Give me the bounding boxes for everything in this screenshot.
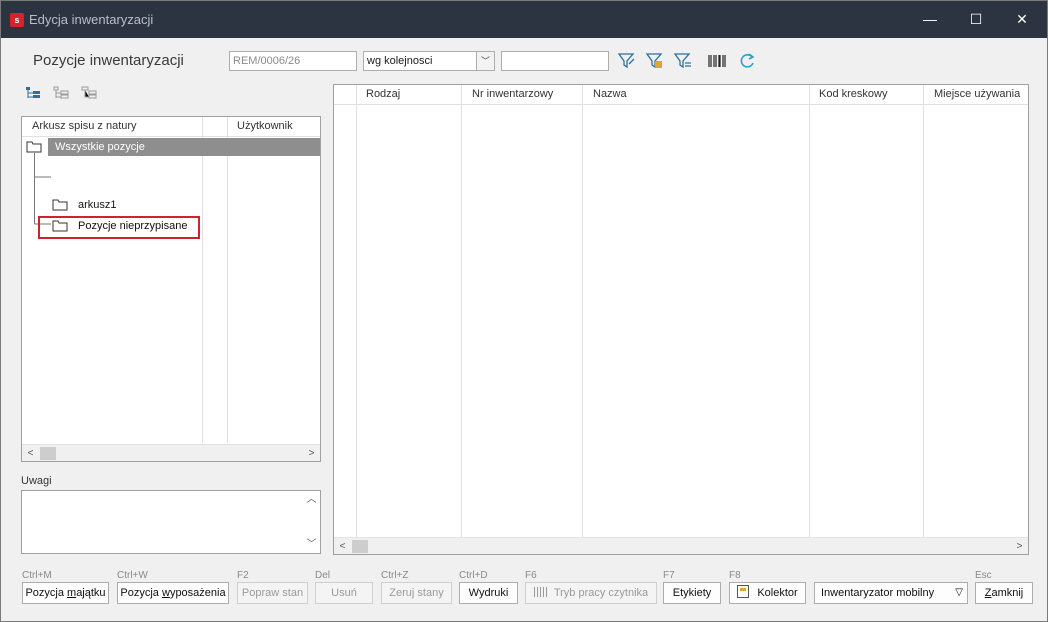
document-number-field: REM/0006/26 bbox=[229, 51, 357, 71]
shortcut-hint: F6 bbox=[525, 570, 537, 581]
column-divider bbox=[227, 117, 228, 443]
shortcut-hint: Del bbox=[315, 570, 331, 581]
button-accelerator: w bbox=[161, 587, 170, 599]
scroll-left-icon[interactable]: < bbox=[334, 538, 351, 555]
tree-horizontal-scrollbar[interactable]: < > bbox=[22, 444, 320, 461]
shortcut-hint: F2 bbox=[237, 570, 249, 581]
column-header-user[interactable]: Użytkownik bbox=[237, 120, 293, 132]
scroll-right-icon[interactable]: > bbox=[303, 445, 320, 462]
add-equipment-button[interactable]: Pozycja wyposażenia bbox=[117, 582, 229, 604]
column-header-sheet[interactable]: Arkusz spisu z natury bbox=[32, 120, 137, 132]
add-asset-button[interactable]: Pozycja majątku bbox=[22, 582, 109, 604]
filter-icon[interactable] bbox=[617, 52, 637, 70]
button-accelerator: m bbox=[67, 587, 77, 599]
search-input[interactable] bbox=[501, 51, 609, 71]
inventory-edit-window: s Edycja inwentaryzacji — ☐ ✕ Pozycje in… bbox=[0, 0, 1048, 622]
folder-icon bbox=[26, 141, 42, 153]
barcode-icon bbox=[533, 587, 548, 597]
chevron-down-icon: ▽ bbox=[955, 587, 963, 598]
notes-label: Uwagi bbox=[21, 475, 52, 487]
highlight-box bbox=[38, 216, 200, 239]
scroll-down-icon[interactable]: ﹀ bbox=[303, 536, 320, 553]
sort-order-value: wg kolejnosci bbox=[367, 55, 433, 67]
window-title: Edycja inwentaryzacji bbox=[29, 12, 154, 27]
filter-list-icon[interactable] bbox=[673, 52, 693, 70]
button-label-part: Pozycja bbox=[120, 587, 162, 599]
column-header-location[interactable]: Miejsce używania bbox=[934, 88, 1020, 100]
filter-lock-icon[interactable] bbox=[645, 52, 665, 70]
scroll-thumb[interactable] bbox=[40, 447, 56, 460]
column-header-type[interactable]: Rodzaj bbox=[366, 88, 400, 100]
collector-button[interactable]: Kolektor bbox=[729, 582, 806, 604]
scroll-left-icon[interactable]: < bbox=[22, 445, 39, 462]
close-button[interactable]: Zamknij bbox=[975, 582, 1033, 604]
shortcut-hint: Ctrl+W bbox=[117, 570, 148, 581]
delete-button[interactable]: Usuń bbox=[315, 582, 373, 604]
maximize-button[interactable]: ☐ bbox=[953, 1, 999, 38]
column-divider bbox=[582, 85, 583, 537]
refresh-icon[interactable] bbox=[737, 52, 757, 70]
scroll-right-icon[interactable]: > bbox=[1011, 538, 1028, 555]
notes-textarea[interactable]: ︿ ﹀ bbox=[21, 490, 321, 554]
reset-states-button[interactable]: Zeruj stany bbox=[381, 582, 452, 604]
expand-tree-icon[interactable] bbox=[25, 86, 41, 100]
page-title: Pozycje inwentaryzacji bbox=[33, 52, 184, 69]
mobile-inventory-select[interactable]: Inwentaryzator mobilny ▽ bbox=[814, 582, 968, 604]
tree-header: Arkusz spisu z natury Użytkownik bbox=[22, 117, 320, 137]
column-divider bbox=[202, 117, 203, 443]
tree-item-label: Wszystkie pozycje bbox=[55, 141, 145, 153]
tree-level-icon[interactable] bbox=[81, 86, 97, 100]
mobile-inventory-value: Inwentaryzator mobilny bbox=[821, 587, 935, 599]
fix-state-button[interactable]: Popraw stan bbox=[237, 582, 308, 604]
column-divider bbox=[461, 85, 462, 537]
button-label: Kolektor bbox=[757, 587, 798, 599]
column-divider bbox=[923, 85, 924, 537]
column-header-inventory-number[interactable]: Nr inwentarzowy bbox=[472, 88, 553, 100]
shortcut-hint: F8 bbox=[729, 570, 741, 581]
items-grid[interactable]: Rodzaj Nr inwentarzowy Nazwa Kod kreskow… bbox=[333, 84, 1029, 555]
button-label: Tryb pracy czytnika bbox=[553, 587, 649, 599]
folder-icon bbox=[52, 199, 68, 211]
grid-horizontal-scrollbar[interactable]: < > bbox=[334, 537, 1028, 554]
sort-order-select[interactable]: wg kolejnosci ﹀ bbox=[363, 51, 495, 71]
shortcut-hint: Ctrl+Z bbox=[381, 570, 409, 581]
column-divider bbox=[809, 85, 810, 537]
collector-icon bbox=[737, 585, 750, 598]
column-header-name[interactable]: Nazwa bbox=[593, 88, 627, 100]
labels-button[interactable]: Etykiety bbox=[663, 582, 721, 604]
shortcut-hint: Ctrl+D bbox=[459, 570, 488, 581]
inventory-sheet-tree[interactable]: Arkusz spisu z natury Użytkownik Wszystk… bbox=[21, 116, 321, 462]
button-label-part: Pozycja bbox=[25, 587, 68, 599]
column-divider bbox=[356, 85, 357, 537]
scroll-thumb[interactable] bbox=[352, 540, 368, 553]
tree-item-sheet1[interactable]: arkusz1 bbox=[78, 199, 117, 211]
shortcut-hint: Ctrl+M bbox=[22, 570, 52, 581]
button-label-part: ajątku bbox=[76, 587, 106, 599]
shortcut-hint: Esc bbox=[975, 570, 992, 581]
printouts-button[interactable]: Wydruki bbox=[459, 582, 518, 604]
shortcut-hint: F7 bbox=[663, 570, 675, 581]
app-icon: s bbox=[10, 13, 24, 27]
scroll-up-icon[interactable]: ︿ bbox=[303, 491, 320, 508]
button-label-part: yposażenia bbox=[169, 587, 226, 599]
reader-mode-button[interactable]: Tryb pracy czytnika bbox=[525, 582, 657, 604]
button-label-part: amknij bbox=[991, 587, 1024, 599]
chevron-down-icon[interactable]: ﹀ bbox=[476, 52, 494, 70]
close-window-button[interactable]: ✕ bbox=[999, 1, 1045, 38]
column-header-barcode[interactable]: Kod kreskowy bbox=[819, 88, 887, 100]
client-area: Pozycje inwentaryzacji REM/0006/26 wg ko… bbox=[7, 38, 1041, 615]
minimize-button[interactable]: — bbox=[907, 1, 953, 38]
collapse-tree-icon[interactable] bbox=[53, 86, 69, 100]
title-bar: s Edycja inwentaryzacji — ☐ ✕ bbox=[1, 1, 1047, 38]
barcode-icon[interactable] bbox=[707, 52, 727, 70]
